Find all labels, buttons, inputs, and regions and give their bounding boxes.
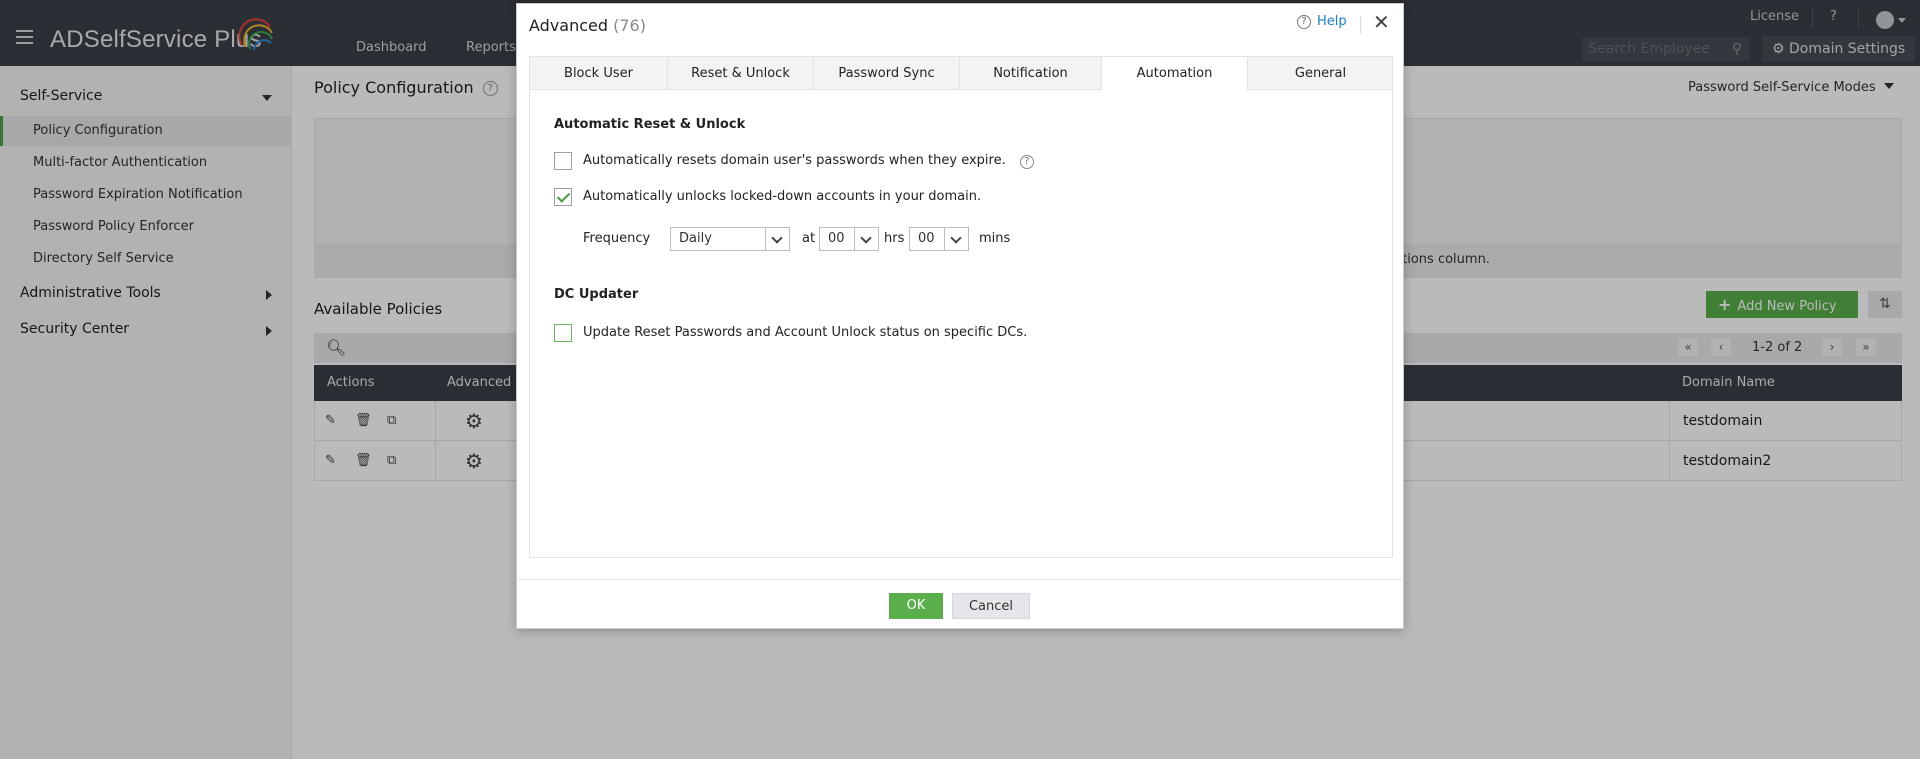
ok-button[interactable]: OK [889,593,943,619]
tab-notification[interactable]: Notification [960,57,1102,90]
dialog-title-count: (76) [613,16,646,35]
dialog-tabs: Block User Reset & Unlock Password Sync … [529,56,1393,91]
frequency-value: Daily [679,231,712,246]
tab-block-user[interactable]: Block User [530,57,668,90]
minutes-value: 00 [918,231,935,246]
tab-password-sync[interactable]: Password Sync [814,57,960,90]
tab-general[interactable]: General [1248,57,1393,90]
auto-reset-checkbox[interactable] [554,152,572,170]
at-label: at [802,231,816,246]
help-icon[interactable]: ? [1019,155,1034,169]
mins-label: mins [979,231,1011,246]
hours-select[interactable]: 00 [819,227,879,251]
header-separator [1360,16,1361,34]
help-circle-icon: ? [1297,15,1311,29]
minutes-select[interactable]: 00 [909,227,969,251]
hrs-label: hrs [884,231,905,246]
auto-unlock-label: Automatically unlocks locked-down accoun… [583,189,982,204]
auto-reset-label: Automatically resets domain user's passw… [583,153,1006,168]
chevron-down-icon [854,228,878,250]
section-title-auto-reset: Automatic Reset & Unlock [554,117,746,132]
help-label: Help [1317,14,1347,29]
advanced-settings-dialog: Advanced (76) ? Help ✕ Block User Reset &… [516,3,1404,629]
chevron-down-icon [944,228,968,250]
help-link[interactable]: ? Help [1297,14,1347,29]
frequency-select[interactable]: Daily [670,227,790,251]
footer-divider [517,579,1403,580]
cancel-button[interactable]: Cancel [952,593,1030,619]
auto-unlock-checkbox[interactable] [554,188,572,206]
auto-reset-option: Automatically resets domain user's passw… [583,153,1034,169]
tab-automation[interactable]: Automation [1102,57,1248,91]
dc-updater-label: Update Reset Passwords and Account Unloc… [583,325,1028,340]
tab-reset-unlock[interactable]: Reset & Unlock [668,57,814,90]
close-icon[interactable]: ✕ [1373,10,1390,34]
dc-updater-checkbox[interactable] [554,324,572,342]
dialog-title: Advanced (76) [529,16,646,35]
section-title-dc-updater: DC Updater [554,287,639,302]
frequency-label: Frequency [583,231,651,246]
dialog-title-text: Advanced [529,16,609,35]
hours-value: 00 [828,231,845,246]
chevron-down-icon [765,228,789,250]
